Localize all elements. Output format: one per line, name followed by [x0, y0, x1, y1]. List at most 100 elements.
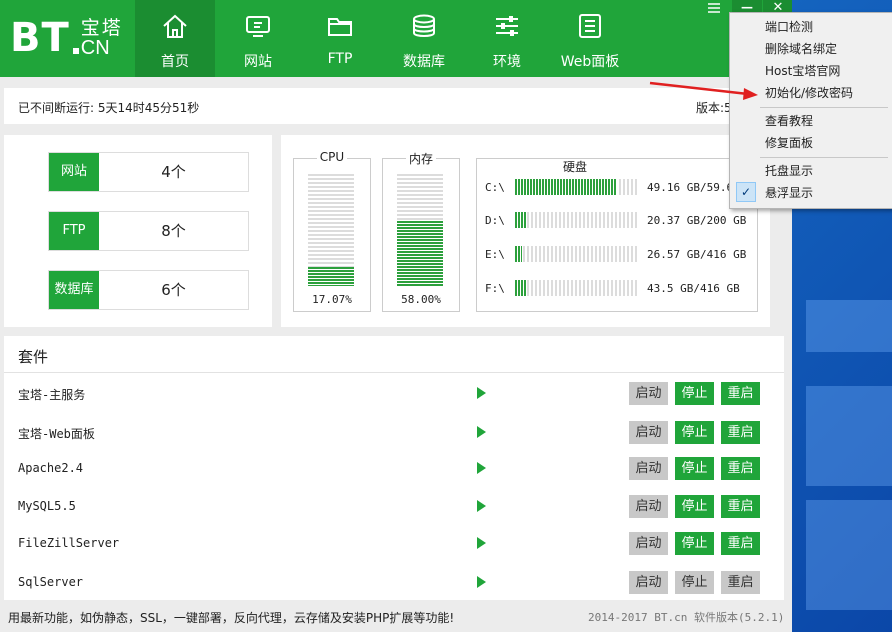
disk-bar [515, 179, 639, 195]
resource-panel: CPU 17.07% 内存 58.00% 硬盘 C:\ 49.16 GB/59.… [281, 135, 770, 327]
nav-database[interactable]: 数据库 [384, 0, 464, 77]
nav-home[interactable]: 首页 [135, 0, 215, 77]
start-button[interactable]: 启动 [629, 532, 668, 555]
restart-button[interactable]: 重启 [721, 495, 760, 518]
cpu-gauge-bar [308, 174, 354, 286]
service-name: FileZillServer [18, 536, 120, 550]
nav-web-panel[interactable]: Web面板 [550, 0, 630, 77]
disk-name: C:\ [485, 181, 505, 194]
start-button[interactable]: 启动 [629, 382, 668, 405]
disk-usage: 49.16 GB/59.62 [647, 181, 740, 194]
menu-icon[interactable] [707, 2, 723, 16]
desktop-window-logo-pane [806, 386, 892, 486]
play-icon [477, 500, 486, 512]
bt-logo: BT 宝塔 CN [10, 14, 123, 62]
folder-icon [328, 18, 352, 36]
nav-web-panel-label: Web面板 [560, 54, 620, 70]
menu-item-label: 初始化/修改密码 [765, 86, 854, 100]
desktop-window-logo-pane [806, 300, 892, 352]
restart-button[interactable]: 重启 [721, 382, 760, 405]
menu-separator [760, 157, 888, 158]
count-label: FTP [49, 212, 99, 250]
monitor-icon [246, 16, 270, 37]
disk-fill [515, 280, 528, 296]
start-button[interactable]: 启动 [629, 421, 668, 444]
play-icon [477, 462, 486, 474]
menu-item-label: 托盘显示 [765, 164, 814, 178]
services-title: 套件 [18, 348, 49, 366]
disk-usage: 20.37 GB/200 GB [647, 214, 747, 227]
disk-row-f: F:\ 43.5 GB/416 GB [477, 280, 757, 298]
count-label: 数据库 [49, 271, 99, 309]
menu-item-reset-password[interactable]: 初始化/修改密码 [730, 82, 892, 102]
restart-button[interactable]: 重启 [721, 571, 760, 594]
service-row: SqlServer 启动 停止 重启 [4, 564, 784, 601]
database-count[interactable]: 数据库 6个 [48, 270, 249, 310]
stop-button[interactable]: 停止 [675, 382, 714, 405]
disk-name: E:\ [485, 248, 505, 261]
service-name: MySQL5.5 [18, 499, 76, 513]
cpu-gauge-value: 17.07% [312, 293, 352, 306]
memory-gauge-value: 58.00% [401, 293, 441, 306]
stop-button[interactable]: 停止 [675, 421, 714, 444]
bt-panel-window: BT 宝塔 CN 首页 网站 FTP 数据库 环境 Web面板 — ✕ 已不间断… [0, 0, 792, 632]
service-name: 宝塔-主服务 [18, 388, 86, 402]
service-row: Apache2.4 启动 停止 重启 [4, 450, 784, 487]
stop-button[interactable]: 停止 [675, 532, 714, 555]
top-navigation-bar: BT 宝塔 CN 首页 网站 FTP 数据库 环境 Web面板 — ✕ [0, 0, 792, 77]
disk-name: D:\ [485, 214, 505, 227]
ftp-count[interactable]: FTP 8个 [48, 211, 249, 251]
disk-name: F:\ [485, 282, 505, 295]
menu-item-remove-domain[interactable]: 删除域名绑定 [730, 38, 892, 58]
stop-button[interactable]: 停止 [675, 571, 714, 594]
count-label: 网站 [49, 153, 99, 191]
disk-bar [515, 246, 639, 262]
memory-gauge: 内存 58.00% [382, 152, 460, 312]
sliders-icon [496, 16, 518, 36]
website-count[interactable]: 网站 4个 [48, 152, 249, 192]
divider [4, 372, 784, 373]
menu-item-label: 删除域名绑定 [765, 42, 838, 56]
disk-row-d: D:\ 20.37 GB/200 GB [477, 212, 757, 230]
stop-button[interactable]: 停止 [675, 495, 714, 518]
database-icon [413, 14, 435, 37]
start-button[interactable]: 启动 [629, 457, 668, 480]
play-icon [477, 387, 486, 399]
nav-ftp[interactable]: FTP [300, 0, 380, 77]
check-icon: ✓ [736, 182, 756, 202]
home-icon [163, 14, 187, 38]
status-bar: 已不间断运行: 5天14时45分51秒 版本:5 [4, 88, 770, 124]
disk-title: 硬盘 [557, 159, 594, 175]
cpu-gauge: CPU 17.07% [293, 150, 371, 312]
stop-button[interactable]: 停止 [675, 457, 714, 480]
menu-item-label: Host宝塔官网 [765, 64, 841, 78]
start-button[interactable]: 启动 [629, 571, 668, 594]
menu-item-host-site[interactable]: Host宝塔官网 [730, 60, 892, 80]
service-row: 宝塔-Web面板 启动 停止 重启 [4, 414, 784, 451]
desktop-window-logo-pane [806, 500, 892, 610]
restart-button[interactable]: 重启 [721, 457, 760, 480]
disk-bar [515, 280, 639, 296]
menu-item-label: 查看教程 [765, 114, 814, 128]
menu-item-tutorial[interactable]: 查看教程 [730, 110, 892, 130]
nav-website-label: 网站 [244, 54, 272, 70]
menu-item-tray-display[interactable]: 托盘显示 [730, 160, 892, 180]
disk-fill [515, 246, 523, 262]
nav-ftp-label: FTP [327, 51, 353, 67]
start-button[interactable]: 启动 [629, 495, 668, 518]
menu-item-float-display[interactable]: ✓ 悬浮显示 [730, 182, 892, 202]
count-value: 6个 [161, 281, 186, 299]
restart-button[interactable]: 重启 [721, 532, 760, 555]
menu-item-repair-panel[interactable]: 修复面板 [730, 132, 892, 152]
nav-database-label: 数据库 [403, 54, 445, 70]
uptime-text: 已不间断运行: 5天14时45分51秒 [18, 101, 200, 115]
footer-copyright: 2014-2017 BT.cn 软件版本(5.2.1) [588, 611, 785, 624]
nav-environment[interactable]: 环境 [467, 0, 547, 77]
count-value: 8个 [161, 222, 186, 240]
nav-website[interactable]: 网站 [218, 0, 298, 77]
restart-button[interactable]: 重启 [721, 421, 760, 444]
disk-usage: 26.57 GB/416 GB [647, 248, 747, 261]
service-row: 宝塔-主服务 启动 停止 重启 [4, 375, 784, 412]
logo-main-text: BT [10, 15, 70, 61]
menu-item-port-check[interactable]: 端口检测 [730, 16, 892, 36]
